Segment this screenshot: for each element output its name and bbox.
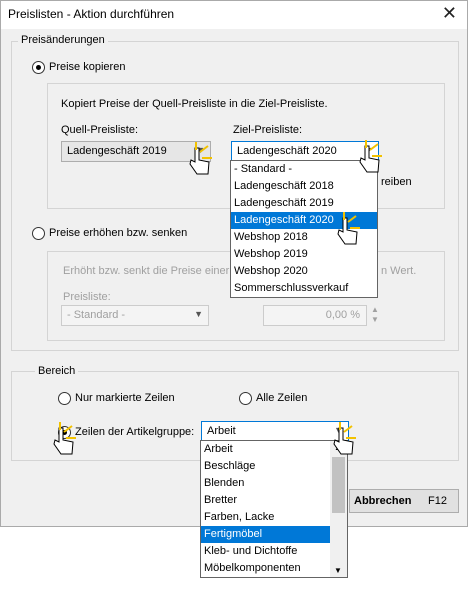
dropdown-option[interactable]: Möbelkomponenten (201, 560, 331, 577)
adjust-prices-label[interactable]: Preise erhöhen bzw. senken (49, 227, 187, 239)
close-icon[interactable]: ✕ (442, 3, 457, 24)
scroll-down-icon[interactable]: ▼ (334, 566, 342, 575)
dropdown-option[interactable]: Webshop 2020 (231, 263, 377, 280)
source-list-value: Ladengeschäft 2019 (67, 145, 167, 157)
percent-value: 0,00 % (325, 309, 360, 321)
dropdown-option[interactable]: Beschläge (201, 458, 331, 475)
percent-spinner-icon[interactable]: ▲ ▼ (371, 305, 379, 325)
percent-field[interactable]: 0,00 % (263, 305, 367, 326)
dropdown-option[interactable]: Fertigmöbel (201, 526, 331, 543)
dropdown-option[interactable]: Bretter (201, 492, 331, 509)
adjust-description-left: Erhöht bzw. senkt die Preise einer P (63, 265, 240, 277)
window-title: Preislisten - Aktion durchführen (8, 7, 175, 21)
adjust-list-combo[interactable]: - Standard - ▼ (61, 305, 209, 326)
source-list-label: Quell-Preisliste: (61, 124, 139, 136)
article-group-combo[interactable]: Arbeit ▼ (201, 421, 349, 442)
dropdown-option[interactable]: Blenden (201, 475, 331, 492)
all-rows-label[interactable]: Alle Zeilen (256, 392, 307, 404)
dropdown-option[interactable]: Kleb- und Dichtoffe (201, 543, 331, 560)
dropdown-option[interactable]: Sommerschlussverkauf (231, 280, 377, 297)
range-group-label: Bereich (35, 365, 79, 377)
click-cursor-target-icon (359, 140, 382, 173)
cancel-hotkey: F12 (428, 495, 447, 507)
price-changes-group-label: Preisänderungen (18, 34, 108, 46)
marked-rows-radio[interactable] (58, 392, 71, 405)
copy-prices-radio[interactable] (32, 61, 45, 74)
chevron-down-icon: ▼ (194, 309, 203, 319)
click-cursor-source-icon (189, 142, 212, 175)
marked-rows-label[interactable]: Nur markierte Zeilen (75, 392, 175, 404)
target-list-label: Ziel-Preisliste: (233, 124, 303, 136)
cancel-label: Abbrechen (354, 495, 412, 507)
copy-description: Kopiert Preise der Quell-Preisliste in d… (61, 98, 328, 110)
article-group-dropdown: Arbeit Beschläge Blenden Bretter Farben, Lac… (200, 440, 348, 578)
click-cursor-radio-icon (53, 422, 76, 455)
title-bar: Preislisten - Aktion durchführen ✕ (1, 1, 467, 29)
adjust-description-right: n Wert. (381, 265, 417, 277)
dropdown-option[interactable]: Farben, Lacke (201, 509, 331, 526)
click-cursor-option-icon (337, 212, 360, 245)
adjust-list-label: Preisliste: (63, 291, 111, 303)
adjust-list-value: - Standard - (67, 309, 126, 321)
article-group-value: Arbeit (207, 425, 236, 437)
scrollbar-thumb[interactable] (332, 457, 345, 513)
copy-prices-label[interactable]: Preise kopieren (49, 61, 125, 73)
adjust-prices-radio[interactable] (32, 227, 45, 240)
target-list-value: Ladengeschäft 2020 (237, 145, 337, 157)
dropdown-option[interactable]: Arbeit (201, 441, 331, 458)
group-rows-label[interactable]: Zeilen der Artikelgruppe: (75, 426, 194, 438)
click-cursor-group-icon (333, 422, 356, 455)
cancel-button[interactable]: Abbrechen F12 (349, 489, 459, 513)
all-rows-radio[interactable] (239, 392, 252, 405)
